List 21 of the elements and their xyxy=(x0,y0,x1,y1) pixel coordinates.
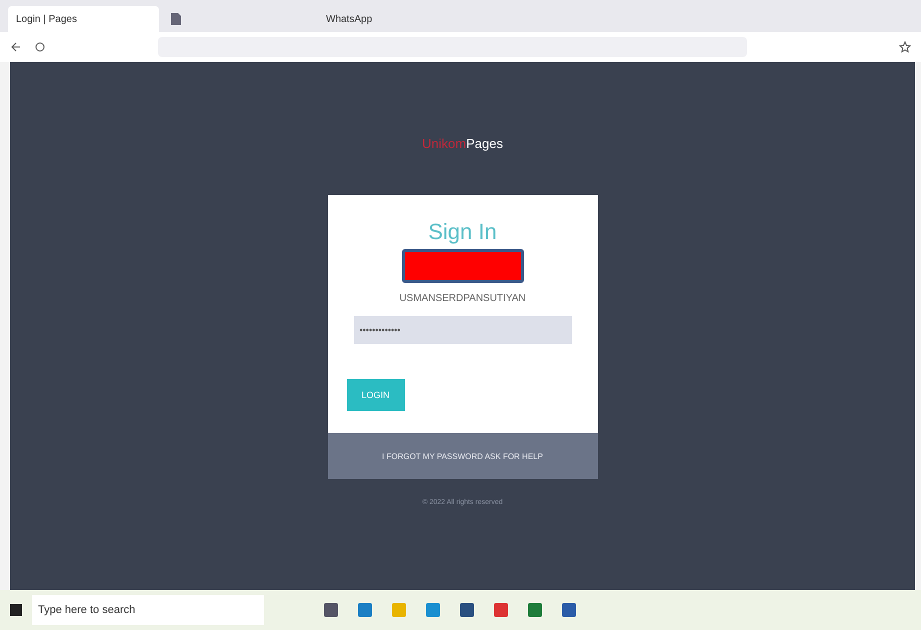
app-icon[interactable] xyxy=(460,603,474,617)
star-icon[interactable] xyxy=(899,41,911,53)
app-icon[interactable] xyxy=(392,603,406,617)
browser-tab[interactable]: WhatsApp xyxy=(318,6,469,32)
logo: UnikomPages xyxy=(422,136,503,151)
app-icon[interactable] xyxy=(494,603,508,617)
reload-icon[interactable] xyxy=(34,41,46,53)
app-icon[interactable] xyxy=(324,603,338,617)
app-icon[interactable] xyxy=(426,603,440,617)
app-icon[interactable] xyxy=(358,603,372,617)
password-field[interactable]: ••••••••••••• xyxy=(354,316,572,344)
start-icon[interactable] xyxy=(10,604,22,616)
taskbar-search-field[interactable]: Type here to search xyxy=(32,595,264,625)
username-text: USMANSERDPANSUTIYAN xyxy=(399,293,526,304)
page-icon[interactable] xyxy=(171,13,181,25)
app-icon[interactable] xyxy=(528,603,542,617)
sign-in-title: Sign In xyxy=(428,219,497,245)
forgot-password-link[interactable]: I FORGOT MY PASSWORD ASK FOR HELP xyxy=(328,433,598,479)
browser-tab[interactable]: Login | Pages xyxy=(8,6,159,32)
back-icon[interactable] xyxy=(10,41,22,53)
app-icon[interactable] xyxy=(562,603,576,617)
